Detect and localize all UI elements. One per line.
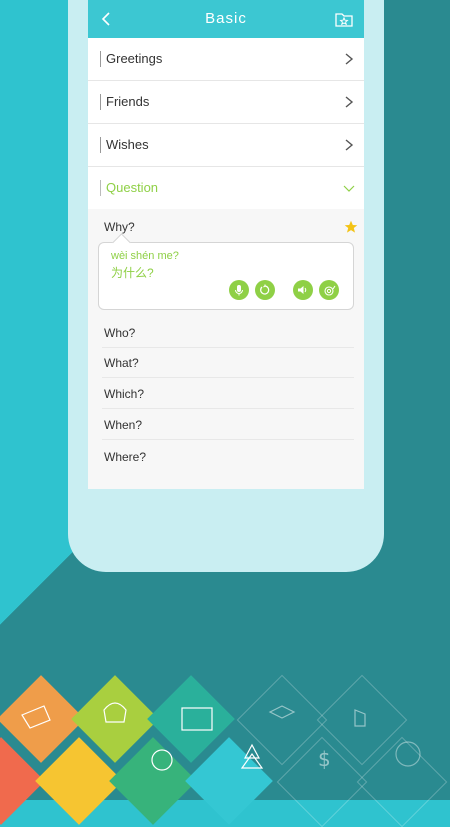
- speak-button[interactable]: [293, 280, 313, 300]
- phrase-item[interactable]: When?: [104, 418, 142, 432]
- tile-decoration-lines: $: [21, 702, 421, 771]
- category-greetings[interactable]: Greetings: [88, 38, 364, 81]
- decorative-tiles: $: [0, 670, 450, 827]
- speaker-icon: [298, 286, 307, 294]
- slow-speak-button[interactable]: [319, 280, 339, 300]
- category-label: Greetings: [106, 51, 163, 66]
- phrase-item[interactable]: Who?: [104, 326, 135, 340]
- replay-icon: [260, 284, 270, 295]
- divider: [102, 408, 354, 409]
- chevron-right-icon: [345, 139, 354, 151]
- category-marker: [100, 51, 101, 67]
- slow-snail-icon: [323, 285, 335, 296]
- category-marker: [100, 137, 101, 153]
- record-button[interactable]: [229, 280, 249, 300]
- phone-frame: Basic Greetings Friends Wishes Question …: [68, 0, 384, 572]
- category-friends[interactable]: Friends: [88, 81, 364, 124]
- app-screen: Basic Greetings Friends Wishes Question …: [88, 0, 364, 489]
- nav-bar: Basic: [88, 0, 364, 38]
- replay-button[interactable]: [255, 280, 275, 300]
- category-label: Wishes: [106, 137, 149, 152]
- category-label: Friends: [106, 94, 150, 109]
- chevron-right-icon: [345, 96, 354, 108]
- category-question[interactable]: Question: [88, 167, 364, 210]
- phrase-item[interactable]: Where?: [104, 450, 146, 464]
- category-marker: [100, 180, 101, 196]
- page-title: Basic: [205, 10, 247, 27]
- chevron-down-icon: [343, 185, 355, 192]
- category-marker: [100, 94, 101, 110]
- phrase-list: Why? wèi shén me? 为什么? Who? What? Which?…: [88, 209, 364, 489]
- favorite-folder-icon[interactable]: [334, 9, 354, 29]
- divider: [102, 439, 354, 440]
- divider: [102, 377, 354, 378]
- category-wishes[interactable]: Wishes: [88, 124, 364, 167]
- category-label: Question: [106, 180, 159, 195]
- pinyin-text: wèi shén me?: [111, 250, 179, 262]
- chevron-right-icon: [345, 53, 354, 65]
- translation-card: wèi shén me? 为什么?: [98, 242, 354, 310]
- star-icon[interactable]: [344, 220, 358, 234]
- chinese-text: 为什么?: [111, 266, 154, 280]
- phrase-why[interactable]: Why?: [104, 220, 135, 234]
- svg-text:$: $: [318, 747, 331, 771]
- divider: [102, 347, 354, 348]
- phrase-item[interactable]: What?: [104, 356, 139, 370]
- phrase-item[interactable]: Which?: [104, 387, 144, 401]
- microphone-icon: [235, 285, 243, 296]
